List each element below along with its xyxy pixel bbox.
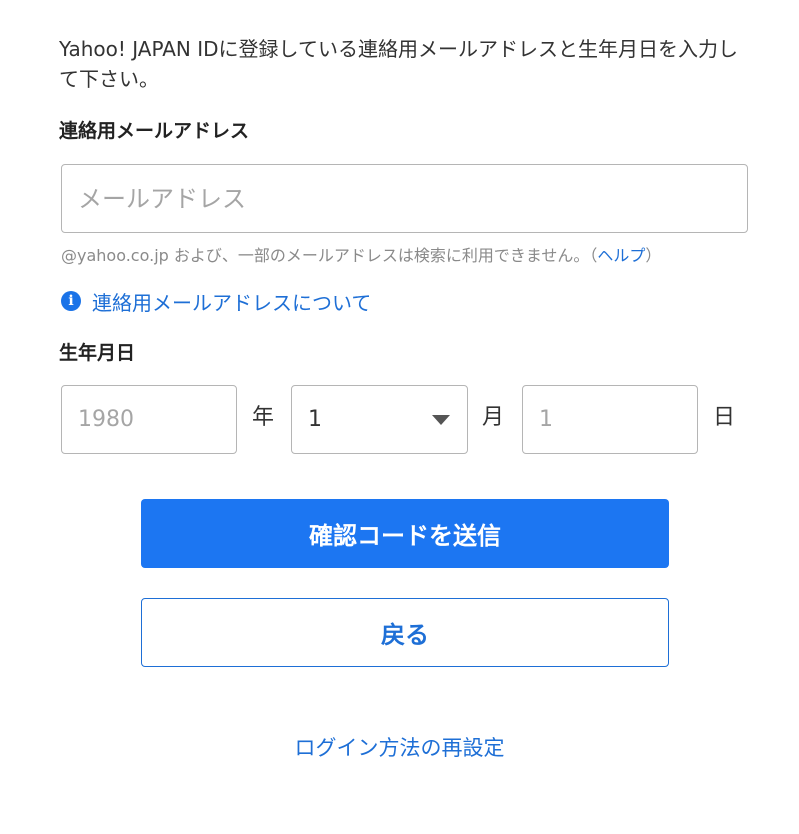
reset-login-method-link[interactable]: ログイン方法の再設定 [0, 734, 799, 762]
intro-text: Yahoo! JAPAN IDに登録している連絡用メールアドレスと生年月日を入力… [59, 37, 738, 91]
birth-day-input[interactable] [522, 385, 698, 454]
chevron-down-icon [432, 414, 450, 425]
info-icon: i [61, 291, 81, 311]
birth-month-select[interactable]: 1 [291, 385, 468, 454]
month-unit: 月 [482, 405, 505, 430]
back-button[interactable]: 戻る [141, 598, 669, 667]
email-note-text: @yahoo.co.jp および、一部のメールアドレスは検索に利用できません。（ [61, 246, 598, 265]
page: Yahoo! JAPAN IDに登録している連絡用メールアドレスと生年月日を入力… [0, 0, 799, 834]
send-code-button[interactable]: 確認コードを送信 [141, 499, 669, 568]
email-label: 連絡用メールアドレス [59, 120, 250, 142]
email-note: @yahoo.co.jp および、一部のメールアドレスは検索に利用できません。（… [61, 245, 661, 267]
birthdate-label: 生年月日 [59, 342, 136, 364]
help-link[interactable]: ヘルプ [597, 246, 645, 265]
birth-month-value: 1 [308, 407, 322, 432]
email-info-link[interactable]: 連絡用メールアドレスについて [92, 287, 371, 316]
email-note-suffix: ） [645, 246, 662, 265]
day-unit: 日 [713, 405, 736, 430]
birth-year-input[interactable] [61, 385, 237, 454]
year-unit: 年 [252, 405, 275, 430]
email-input[interactable] [61, 164, 748, 233]
email-info-row[interactable]: i 連絡用メールアドレスについて [61, 287, 371, 316]
